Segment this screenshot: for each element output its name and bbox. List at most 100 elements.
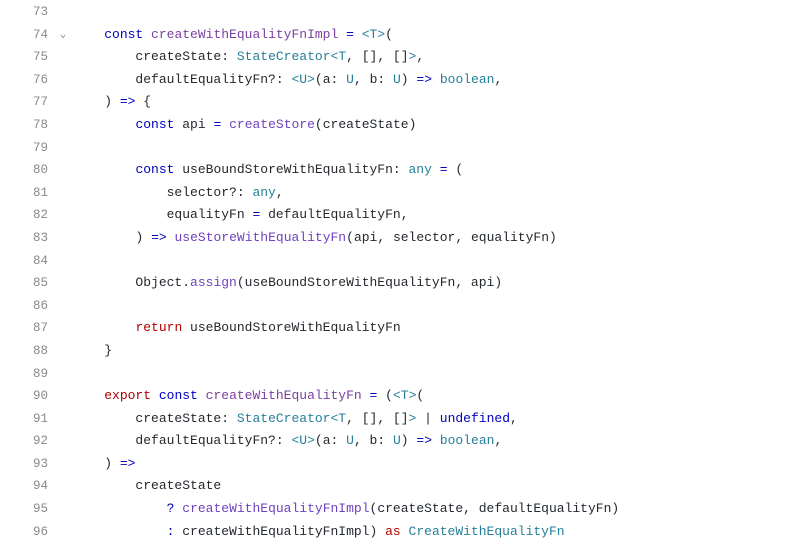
code-line[interactable]: 82 equalityFn = defaultEqualityFn, (0, 204, 800, 227)
token-text (143, 230, 151, 245)
code-line[interactable]: 73 (0, 1, 800, 24)
code-content[interactable] (73, 250, 800, 273)
token-text: useBoundStoreWithEqualityFn (245, 275, 456, 290)
code-content[interactable]: const createWithEqualityFnImpl = <T>( (73, 24, 800, 47)
code-content[interactable]: defaultEqualityFn?: <U>(a: U, b: U) => b… (73, 430, 800, 453)
indent (73, 501, 104, 516)
code-line[interactable]: 96 : createWithEqualityFnImpl) as Create… (0, 521, 800, 544)
code-line[interactable]: 91 createState: StateCreator<T, [], []> … (0, 408, 800, 431)
token-text (198, 388, 206, 403)
code-line[interactable]: 76 defaultEqualityFn?: <U>(a: U, b: U) =… (0, 69, 800, 92)
token-punct: : (331, 433, 347, 448)
token-text: defaultEqualityFn (104, 433, 268, 448)
code-line[interactable]: 92 defaultEqualityFn?: <U>(a: U, b: U) =… (0, 430, 800, 453)
token-angle: > (307, 72, 315, 87)
line-number: 81 (0, 182, 53, 205)
token-text: selector (393, 230, 455, 245)
token-op: => (120, 456, 136, 471)
code-line[interactable]: 78 const api = createStore(createState) (0, 114, 800, 137)
code-content[interactable]: createState: StateCreator<T, [], []> | u… (73, 408, 800, 431)
code-editor[interactable]: 73 74⌄ const createWithEqualityFnImpl = … (0, 0, 800, 543)
token-text (229, 49, 237, 64)
token-punct: , (354, 72, 370, 87)
code-content[interactable]: const useBoundStoreWithEqualityFn: any =… (73, 159, 800, 182)
token-punct: , (463, 501, 479, 516)
token-type: T (401, 388, 409, 403)
code-content[interactable]: : createWithEqualityFnImpl) as CreateWit… (73, 521, 800, 544)
line-number: 93 (0, 453, 53, 476)
token-text (338, 27, 346, 42)
indent (73, 140, 104, 155)
token-text: createWithEqualityFnImpl (174, 524, 369, 539)
code-content[interactable]: const api = createStore(createState) (73, 114, 800, 137)
token-punct: : (377, 72, 393, 87)
indent (73, 230, 104, 245)
code-line[interactable]: 93 ) => (0, 453, 800, 476)
code-line[interactable]: 75 createState: StateCreator<T, [], []>, (0, 46, 800, 69)
code-content[interactable]: selector?: any, (73, 182, 800, 205)
token-punct: ) (549, 230, 557, 245)
indent (73, 162, 104, 177)
token-text: Object (104, 275, 182, 290)
token-punct: : (377, 433, 393, 448)
token-punct: , (510, 411, 518, 426)
code-content[interactable]: equalityFn = defaultEqualityFn, (73, 204, 800, 227)
code-content[interactable] (73, 137, 800, 160)
code-line[interactable]: 79 (0, 137, 800, 160)
code-line[interactable]: 74⌄ const createWithEqualityFnImpl = <T>… (0, 24, 800, 47)
indent (73, 94, 104, 109)
code-line[interactable]: 86 (0, 295, 800, 318)
code-content[interactable]: defaultEqualityFn?: <U>(a: U, b: U) => b… (73, 69, 800, 92)
code-line[interactable]: 95 ? createWithEqualityFnImpl(createStat… (0, 498, 800, 521)
code-content[interactable]: ) => useStoreWithEqualityFn(api, selecto… (73, 227, 800, 250)
code-line[interactable]: 94 createState (0, 475, 800, 498)
line-number: 84 (0, 250, 53, 273)
token-text: defaultEqualityFn (479, 501, 612, 516)
code-content[interactable]: Object.assign(useBoundStoreWithEqualityF… (73, 272, 800, 295)
token-text (432, 433, 440, 448)
code-content[interactable]: } (73, 340, 800, 363)
token-op: => (151, 230, 167, 245)
line-number: 80 (0, 159, 53, 182)
code-content[interactable] (73, 1, 800, 24)
code-line[interactable]: 84 (0, 250, 800, 273)
code-line[interactable]: 80 const useBoundStoreWithEqualityFn: an… (0, 159, 800, 182)
token-fn-decl: createWithEqualityFnImpl (151, 27, 338, 42)
token-text: createState (104, 411, 221, 426)
code-line[interactable]: 89 (0, 363, 800, 386)
indent (73, 411, 104, 426)
code-line[interactable]: 87 return useBoundStoreWithEqualityFn (0, 317, 800, 340)
code-line[interactable]: 90 export const createWithEqualityFn = (… (0, 385, 800, 408)
code-content[interactable]: createState: StateCreator<T, [], []>, (73, 46, 800, 69)
token-punct: ( (315, 117, 323, 132)
code-content[interactable]: ) => { (73, 91, 800, 114)
code-content[interactable]: createState (73, 475, 800, 498)
token-punct: , (401, 207, 409, 222)
indent (73, 72, 104, 87)
code-line[interactable]: 77 ) => { (0, 91, 800, 114)
fold-chevron-icon[interactable]: ⌄ (53, 24, 73, 46)
code-content[interactable]: return useBoundStoreWithEqualityFn (73, 317, 800, 340)
token-punct: ( (416, 388, 424, 403)
indent (73, 366, 104, 381)
token-type: U (346, 433, 354, 448)
token-punct: , (494, 72, 502, 87)
code-line[interactable]: 83 ) => useStoreWithEqualityFn(api, sele… (0, 227, 800, 250)
token-fn-call: createStore (229, 117, 315, 132)
code-content[interactable]: export const createWithEqualityFn = (<T>… (73, 385, 800, 408)
code-line[interactable]: 85 Object.assign(useBoundStoreWithEquali… (0, 272, 800, 295)
indent (73, 433, 104, 448)
line-number: 85 (0, 272, 53, 295)
code-content[interactable]: ? createWithEqualityFnImpl(createState, … (73, 498, 800, 521)
token-objcall: assign (190, 275, 237, 290)
token-punct: , (377, 230, 393, 245)
code-content[interactable] (73, 363, 800, 386)
line-number: 78 (0, 114, 53, 137)
code-content[interactable] (73, 295, 800, 318)
code-line[interactable]: 88 } (0, 340, 800, 363)
token-type: U (393, 433, 401, 448)
code-line[interactable]: 81 selector?: any, (0, 182, 800, 205)
token-punct: , (354, 433, 370, 448)
code-content[interactable]: ) => (73, 453, 800, 476)
token-text (112, 456, 120, 471)
